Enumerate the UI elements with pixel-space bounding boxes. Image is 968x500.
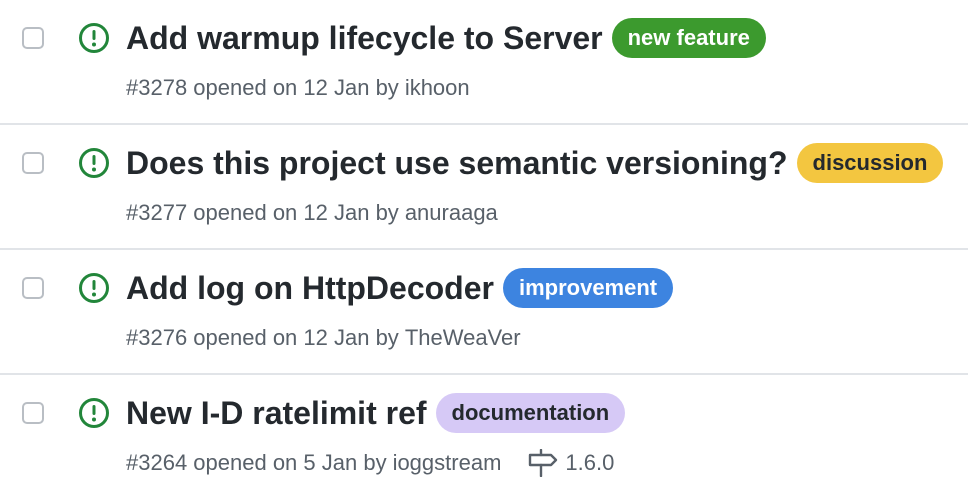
- issue-select-checkbox[interactable]: [22, 402, 44, 424]
- milestone-label: 1.6.0: [565, 450, 615, 475]
- issue-opened-icon: [79, 398, 109, 428]
- issue-meta-text: #3276 opened on 12 Jan by: [126, 325, 399, 350]
- issue-meta-text: #3264 opened on 5 Jan by: [126, 450, 387, 475]
- milestone-signpost-icon: [529, 449, 558, 477]
- label-improvement[interactable]: improvement: [502, 268, 674, 308]
- label-discussion[interactable]: discussion: [796, 143, 944, 183]
- issue-title-line: Add log on HttpDecoder improvement: [126, 268, 674, 308]
- issue-opened-icon: [79, 23, 109, 53]
- issue-meta: #3277 opened on 12 Jan by anuraaga: [126, 199, 498, 227]
- milestone-link[interactable]: 1.6.0: [527, 449, 614, 477]
- issue-meta-text: #3278 opened on 12 Jan by: [126, 75, 399, 100]
- issue-opened-icon: [79, 148, 109, 178]
- issue-title-link[interactable]: Add warmup lifecycle to Server: [126, 18, 603, 58]
- issue-select-checkbox[interactable]: [22, 277, 44, 299]
- issue-title-link[interactable]: New I-D ratelimit ref: [126, 393, 427, 433]
- label-new-feature[interactable]: new feature: [611, 18, 766, 58]
- issue-title-link[interactable]: Add log on HttpDecoder: [126, 268, 494, 308]
- issue-row: Add log on HttpDecoder improvement #3276…: [0, 250, 968, 375]
- issue-meta: #3276 opened on 12 Jan by TheWeaVer: [126, 324, 521, 352]
- issue-meta-text: #3277 opened on 12 Jan by: [126, 200, 399, 225]
- issue-author-link[interactable]: anuraaga: [405, 199, 498, 227]
- issue-row: New I-D ratelimit ref documentation #326…: [0, 375, 968, 500]
- issue-author-link[interactable]: ikhoon: [405, 74, 470, 102]
- issue-author-link[interactable]: ioggstream: [393, 449, 502, 477]
- issue-meta: #3264 opened on 5 Jan by ioggstream 1.6.…: [126, 449, 614, 477]
- issue-meta: #3278 opened on 12 Jan by ikhoon: [126, 74, 470, 102]
- issue-author-link[interactable]: TheWeaVer: [405, 324, 521, 352]
- issue-title-line: Does this project use semantic versionin…: [126, 143, 944, 183]
- issue-select-checkbox[interactable]: [22, 27, 44, 49]
- issue-title-link[interactable]: Does this project use semantic versionin…: [126, 143, 788, 183]
- issue-select-checkbox[interactable]: [22, 152, 44, 174]
- issue-row: Does this project use semantic versionin…: [0, 125, 968, 250]
- issue-title-line: Add warmup lifecycle to Server new featu…: [126, 18, 766, 58]
- issue-opened-icon: [79, 273, 109, 303]
- issue-title-line: New I-D ratelimit ref documentation: [126, 393, 626, 433]
- label-documentation[interactable]: documentation: [435, 393, 626, 433]
- issue-list: Add warmup lifecycle to Server new featu…: [0, 0, 968, 500]
- issue-row: Add warmup lifecycle to Server new featu…: [0, 0, 968, 125]
